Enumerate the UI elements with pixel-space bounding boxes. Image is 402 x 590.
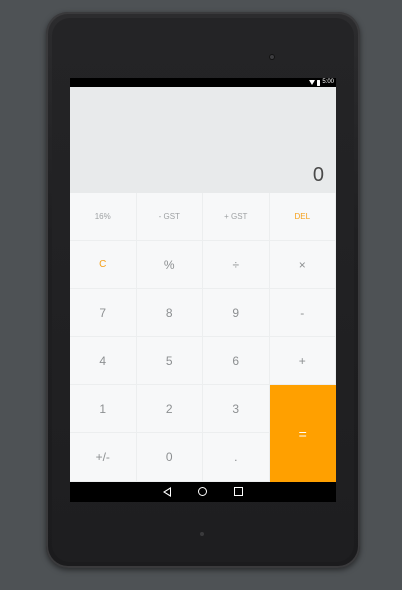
display-value: 0 <box>312 164 324 186</box>
battery-icon <box>317 79 321 86</box>
keypad: 16% - GST + GST DEL C % ÷ × 7 8 9 - 4 5 … <box>70 193 336 482</box>
key-16-percent[interactable]: 16% <box>70 193 137 241</box>
key-3[interactable]: 3 <box>203 385 270 433</box>
key-clear[interactable]: C <box>70 241 137 289</box>
key-1[interactable]: 1 <box>70 385 137 433</box>
key-plus-minus[interactable]: +/- <box>70 433 137 482</box>
screen: 5:00 0 16% - GST + GST DEL C % ÷ × 7 8 9… <box>70 78 336 502</box>
key-0[interactable]: 0 <box>136 433 203 482</box>
key-8[interactable]: 8 <box>136 289 203 337</box>
key-plus-gst[interactable]: + GST <box>203 193 270 241</box>
key-minus-gst[interactable]: - GST <box>136 193 203 241</box>
wifi-icon <box>309 80 316 85</box>
camera-icon <box>269 54 275 60</box>
key-6[interactable]: 6 <box>203 337 270 385</box>
key-7[interactable]: 7 <box>70 289 137 337</box>
key-divide[interactable]: ÷ <box>203 241 270 289</box>
status-icons: 5:00 <box>309 78 334 87</box>
sensor-dot <box>200 532 204 536</box>
recents-icon[interactable] <box>234 487 243 496</box>
key-percent[interactable]: % <box>136 241 203 289</box>
key-4[interactable]: 4 <box>70 337 137 385</box>
key-equals[interactable]: = <box>269 385 336 482</box>
home-icon[interactable] <box>198 486 207 496</box>
calculator-display: 0 <box>70 87 336 193</box>
key-multiply[interactable]: × <box>269 241 336 289</box>
key-5[interactable]: 5 <box>136 337 203 385</box>
navigation-bar <box>70 482 336 502</box>
key-minus[interactable]: - <box>269 289 336 337</box>
status-time: 5:00 <box>322 79 334 85</box>
key-2[interactable]: 2 <box>136 385 203 433</box>
back-icon[interactable] <box>163 487 171 497</box>
status-bar: 5:00 <box>70 78 336 87</box>
key-decimal[interactable]: . <box>203 433 270 482</box>
key-9[interactable]: 9 <box>203 289 270 337</box>
key-plus[interactable]: + <box>269 337 336 385</box>
key-delete[interactable]: DEL <box>269 193 336 241</box>
